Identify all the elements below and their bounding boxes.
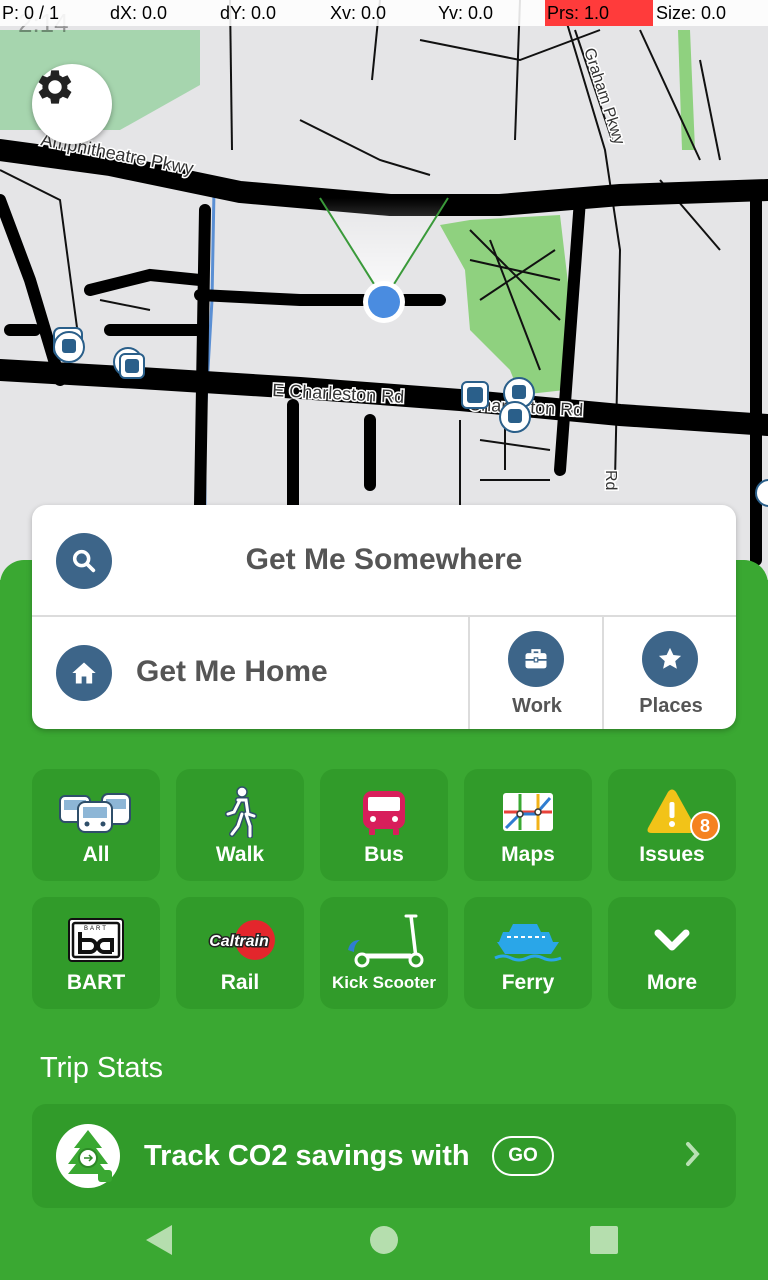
bus-icon <box>320 779 448 845</box>
debug-pointer: P: 0 / 1 <box>2 3 60 23</box>
mode-label-issues: Issues <box>639 843 705 866</box>
debug-overlay: P: 0 / 1 dX: 0.0 dY: 0.0 Xv: 0.0 Yv: 0.0… <box>0 0 768 26</box>
maps-icon <box>464 779 592 845</box>
mode-label-bus: Bus <box>364 843 404 866</box>
mode-label-maps: Maps <box>501 843 555 866</box>
more-button[interactable]: More <box>608 897 736 1009</box>
back-triangle-icon <box>146 1225 172 1255</box>
debug-size: Size: 0.0 <box>656 3 727 23</box>
chevron-down-icon <box>608 907 736 973</box>
trip-stats-title: Trip Stats <box>40 1052 164 1084</box>
recents-square-icon <box>590 1226 618 1254</box>
road-label-rd: Rd <box>602 470 619 490</box>
svg-text:Caltrain: Caltrain <box>209 933 269 950</box>
places-button[interactable]: Places <box>602 617 736 729</box>
debug-dx: dX: 0.0 <box>110 3 168 23</box>
mode-tile-bus[interactable]: Bus <box>320 769 448 881</box>
walk-icon <box>176 779 304 845</box>
mode-tile-ferry[interactable]: Ferry <box>464 897 592 1009</box>
system-nav-bar <box>0 1208 768 1280</box>
mode-tile-rail[interactable]: Caltrain Rail <box>176 897 304 1009</box>
map-canvas: Amphitheatre Pkwy E Charleston Rd Charle… <box>0 0 768 566</box>
get-me-home-button[interactable]: Get Me Home <box>32 617 468 729</box>
home-icon <box>56 645 112 701</box>
work-button[interactable]: Work <box>468 617 602 729</box>
tree-icon <box>54 1120 122 1195</box>
debug-dy: dY: 0.0 <box>220 3 277 23</box>
star-icon <box>642 631 698 687</box>
mode-tile-maps[interactable]: Maps <box>464 769 592 881</box>
gear-icon <box>38 70 72 104</box>
get-me-home-label: Get Me Home <box>136 655 328 688</box>
recents-button[interactable] <box>574 1216 634 1264</box>
places-label: Places <box>639 695 703 717</box>
back-button[interactable] <box>130 1216 190 1264</box>
caltrain-icon: Caltrain <box>176 907 304 973</box>
scooter-icon <box>320 907 448 973</box>
debug-pressure: Prs: 1.0 <box>545 0 653 26</box>
debug-yv: Yv: 0.0 <box>438 3 494 23</box>
mode-label-ferry: Ferry <box>501 971 555 994</box>
ferry-icon <box>464 907 592 973</box>
mode-tile-walk[interactable]: Walk <box>176 769 304 881</box>
briefcase-icon <box>508 631 564 687</box>
work-label: Work <box>512 695 562 717</box>
mode-tile-issues[interactable]: 8 Issues <box>608 769 736 881</box>
svg-text:BART: BART <box>84 926 108 932</box>
get-me-somewhere-label: Get Me Somewhere <box>245 543 523 576</box>
mode-label-rail: Rail <box>220 971 260 994</box>
road-label-graham: Graham Pkwy <box>580 46 627 147</box>
go-badge: GO <box>492 1136 554 1176</box>
bart-icon: BART <box>32 907 160 973</box>
track-co2-card[interactable]: Track CO2 savings with GO <box>32 1104 736 1208</box>
mode-tile-kick-scooter[interactable]: Kick Scooter <box>320 897 448 1009</box>
mode-label-kick-scooter: Kick Scooter <box>332 973 436 992</box>
get-me-somewhere-button[interactable]: Get Me Somewhere <box>32 505 736 617</box>
debug-xv: Xv: 0.0 <box>330 3 387 23</box>
map-view[interactable]: Amphitheatre Pkwy E Charleston Rd Charle… <box>0 0 768 580</box>
track-co2-label: Track CO2 savings with <box>144 1140 470 1172</box>
mode-label-bart: BART <box>66 971 126 994</box>
home-circle-icon <box>370 1226 398 1254</box>
issues-count-badge: 8 <box>690 811 720 841</box>
search-card: Get Me Somewhere Get Me Home Work Places <box>32 505 736 729</box>
settings-button[interactable] <box>32 64 112 144</box>
mode-label-more: More <box>646 971 698 994</box>
all-transit-icon <box>32 779 160 845</box>
mode-tile-bart[interactable]: BART BART <box>32 897 160 1009</box>
home-nav-button[interactable] <box>354 1216 414 1264</box>
mode-label-all: All <box>82 843 110 866</box>
mode-tile-all[interactable]: All <box>32 769 160 881</box>
mode-label-walk: Walk <box>215 843 265 866</box>
chevron-right-icon <box>684 1140 702 1173</box>
